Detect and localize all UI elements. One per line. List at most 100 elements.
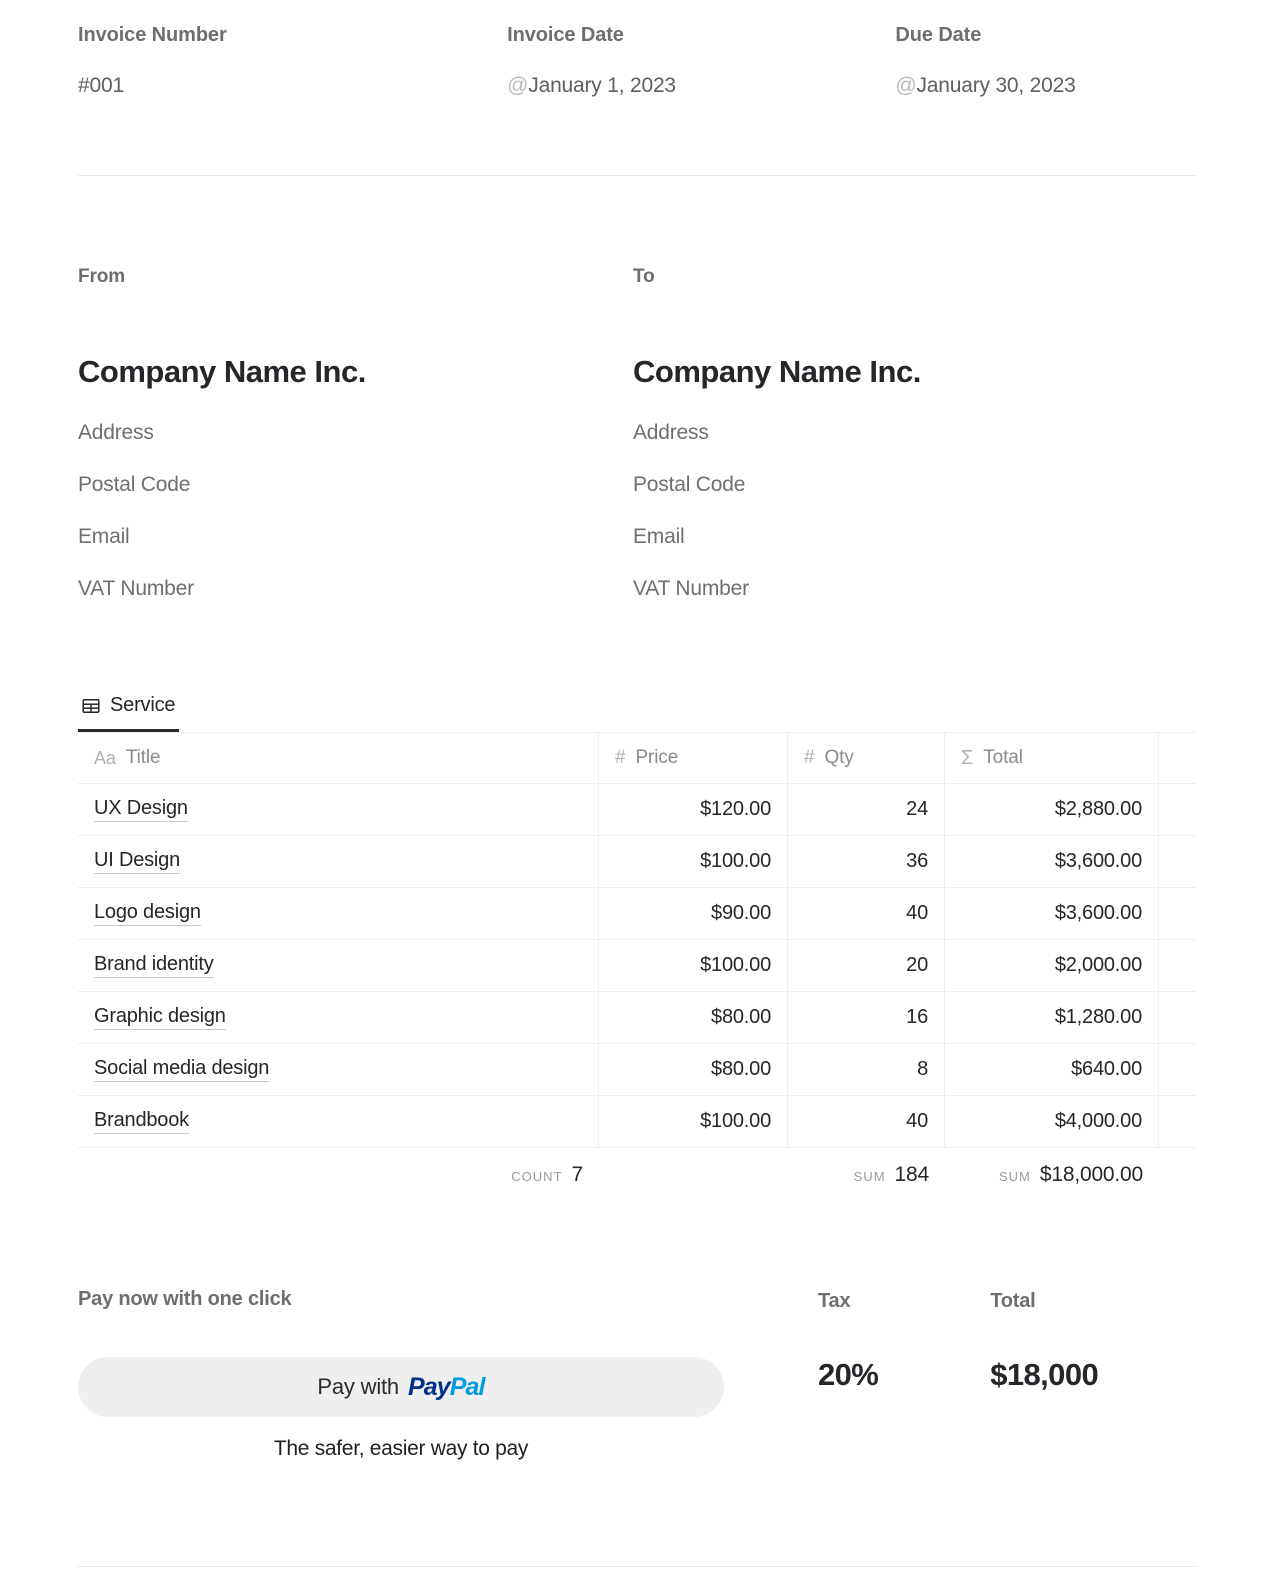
row-qty-cell[interactable]: 40: [788, 1096, 945, 1147]
due-date-label: Due Date: [895, 24, 1188, 47]
row-title-text[interactable]: Logo design: [94, 901, 201, 926]
row-qty-cell[interactable]: 36: [788, 836, 945, 887]
row-total-cell[interactable]: $4,000.00: [945, 1096, 1159, 1147]
row-title-cell[interactable]: UI Design: [78, 836, 599, 887]
table-row[interactable]: Logo design $90.00 40 $3,600.00: [78, 888, 1196, 940]
parties-section: From Company Name Inc. Address Postal Co…: [78, 176, 1188, 601]
row-price-cell[interactable]: $80.00: [599, 992, 788, 1043]
row-qty-text: 20: [906, 954, 928, 977]
summary-total-cell[interactable]: Sum $18,000.00: [945, 1148, 1159, 1202]
party-to: To Company Name Inc. Address Postal Code…: [633, 266, 1188, 601]
table-summary-row: Count 7 Sum 184 Sum $18,000.00: [78, 1148, 1196, 1202]
row-title-cell[interactable]: Brandbook: [78, 1096, 599, 1147]
row-qty-cell[interactable]: 40: [788, 888, 945, 939]
from-company-name[interactable]: Company Name Inc.: [78, 354, 633, 390]
row-title-cell[interactable]: Graphic design: [78, 992, 599, 1043]
number-hash-icon: #: [615, 747, 625, 769]
from-email[interactable]: Email: [78, 525, 633, 549]
row-total-cell[interactable]: $2,000.00: [945, 940, 1159, 991]
row-title-text[interactable]: UI Design: [94, 849, 180, 874]
column-header-total[interactable]: Σ Total: [945, 733, 1159, 783]
table-row[interactable]: UI Design $100.00 36 $3,600.00: [78, 836, 1196, 888]
row-total-cell[interactable]: $640.00: [945, 1044, 1159, 1095]
row-title-text[interactable]: Social media design: [94, 1057, 269, 1082]
table-row[interactable]: Graphic design $80.00 16 $1,280.00: [78, 992, 1196, 1044]
row-total-cell[interactable]: $3,600.00: [945, 836, 1159, 887]
summary-count-key: Count: [511, 1169, 562, 1184]
row-qty-cell[interactable]: 24: [788, 784, 945, 835]
table-row[interactable]: Brand identity $100.00 20 $2,000.00: [78, 940, 1196, 992]
to-company-name[interactable]: Company Name Inc.: [633, 354, 1188, 390]
row-title-text[interactable]: Brand identity: [94, 953, 214, 978]
row-title-cell[interactable]: Brand identity: [78, 940, 599, 991]
row-total-cell[interactable]: $1,280.00: [945, 992, 1159, 1043]
from-vat-number[interactable]: VAT Number: [78, 577, 633, 601]
row-total-text: $3,600.00: [1055, 850, 1142, 873]
row-extra-cell: [1159, 940, 1196, 991]
summary-qty-key: Sum: [854, 1169, 886, 1184]
to-email[interactable]: Email: [633, 525, 1188, 549]
row-qty-cell[interactable]: 16: [788, 992, 945, 1043]
due-date-group: Due Date @January 30, 2023: [895, 24, 1188, 98]
row-price-cell[interactable]: $100.00: [599, 940, 788, 991]
summary-total-value: $18,000.00: [1040, 1163, 1143, 1187]
invoice-date-label: Invoice Date: [507, 24, 895, 47]
text-aa-icon: Aa: [94, 748, 116, 769]
row-qty-cell[interactable]: 8: [788, 1044, 945, 1095]
row-extra-cell: [1159, 784, 1196, 835]
row-total-cell[interactable]: $2,880.00: [945, 784, 1159, 835]
row-extra-cell: [1159, 836, 1196, 887]
table-header-row: Aa Title # Price # Qty: [78, 733, 1196, 784]
column-header-title-label: Title: [126, 747, 161, 769]
invoice-meta-row: Invoice Number #001 Invoice Date @Januar…: [78, 0, 1188, 98]
to-postal-code[interactable]: Postal Code: [633, 473, 1188, 497]
table-row[interactable]: Brandbook $100.00 40 $4,000.00: [78, 1096, 1196, 1148]
tab-service[interactable]: Service: [78, 694, 179, 732]
paypal-subtext: The safer, easier way to pay: [78, 1437, 724, 1461]
from-postal-code[interactable]: Postal Code: [78, 473, 633, 497]
total-group: Total $18,000: [990, 1290, 1098, 1461]
to-vat-number[interactable]: VAT Number: [633, 577, 1188, 601]
from-label: From: [78, 266, 633, 288]
row-total-text: $3,600.00: [1055, 902, 1142, 925]
column-header-title[interactable]: Aa Title: [78, 733, 599, 783]
invoice-number-group: Invoice Number #001: [78, 24, 507, 98]
row-price-cell[interactable]: $90.00: [599, 888, 788, 939]
column-header-qty[interactable]: # Qty: [788, 733, 945, 783]
invoice-date-value[interactable]: @January 1, 2023: [507, 74, 895, 98]
at-symbol-icon: @: [507, 74, 528, 97]
row-price-cell[interactable]: $120.00: [599, 784, 788, 835]
row-price-cell[interactable]: $100.00: [599, 1096, 788, 1147]
summary-qty-cell[interactable]: Sum 184: [788, 1148, 945, 1202]
from-address[interactable]: Address: [78, 421, 633, 445]
summary-count-cell[interactable]: Count 7: [78, 1148, 599, 1202]
row-price-cell[interactable]: $100.00: [599, 836, 788, 887]
pay-with-paypal-button[interactable]: Pay with PayPal: [78, 1357, 724, 1417]
column-header-price[interactable]: # Price: [599, 733, 788, 783]
paypal-logo-pal: Pal: [450, 1373, 485, 1401]
row-total-cell[interactable]: $3,600.00: [945, 888, 1159, 939]
column-header-qty-label: Qty: [824, 747, 853, 769]
row-total-text: $2,000.00: [1055, 954, 1142, 977]
to-address[interactable]: Address: [633, 421, 1188, 445]
row-title-cell[interactable]: UX Design: [78, 784, 599, 835]
tax-value[interactable]: 20%: [818, 1357, 878, 1393]
due-date-text: January 30, 2023: [917, 74, 1076, 97]
table-row[interactable]: UX Design $120.00 24 $2,880.00: [78, 784, 1196, 836]
payment-section: Pay now with one click Pay with PayPal T…: [78, 1202, 1188, 1461]
row-title-cell[interactable]: Logo design: [78, 888, 599, 939]
column-header-add[interactable]: [1159, 733, 1196, 783]
row-title-text[interactable]: UX Design: [94, 797, 188, 822]
row-price-cell[interactable]: $80.00: [599, 1044, 788, 1095]
due-date-value[interactable]: @January 30, 2023: [895, 74, 1188, 98]
row-price-text: $120.00: [700, 798, 771, 821]
row-qty-text: 16: [906, 1006, 928, 1029]
total-label: Total: [990, 1290, 1098, 1313]
row-title-text[interactable]: Graphic design: [94, 1005, 226, 1030]
row-title-text[interactable]: Brandbook: [94, 1109, 189, 1134]
table-row[interactable]: Social media design $80.00 8 $640.00: [78, 1044, 1196, 1096]
invoice-number-value[interactable]: #001: [78, 74, 507, 98]
total-value[interactable]: $18,000: [990, 1357, 1098, 1393]
row-qty-cell[interactable]: 20: [788, 940, 945, 991]
row-title-cell[interactable]: Social media design: [78, 1044, 599, 1095]
